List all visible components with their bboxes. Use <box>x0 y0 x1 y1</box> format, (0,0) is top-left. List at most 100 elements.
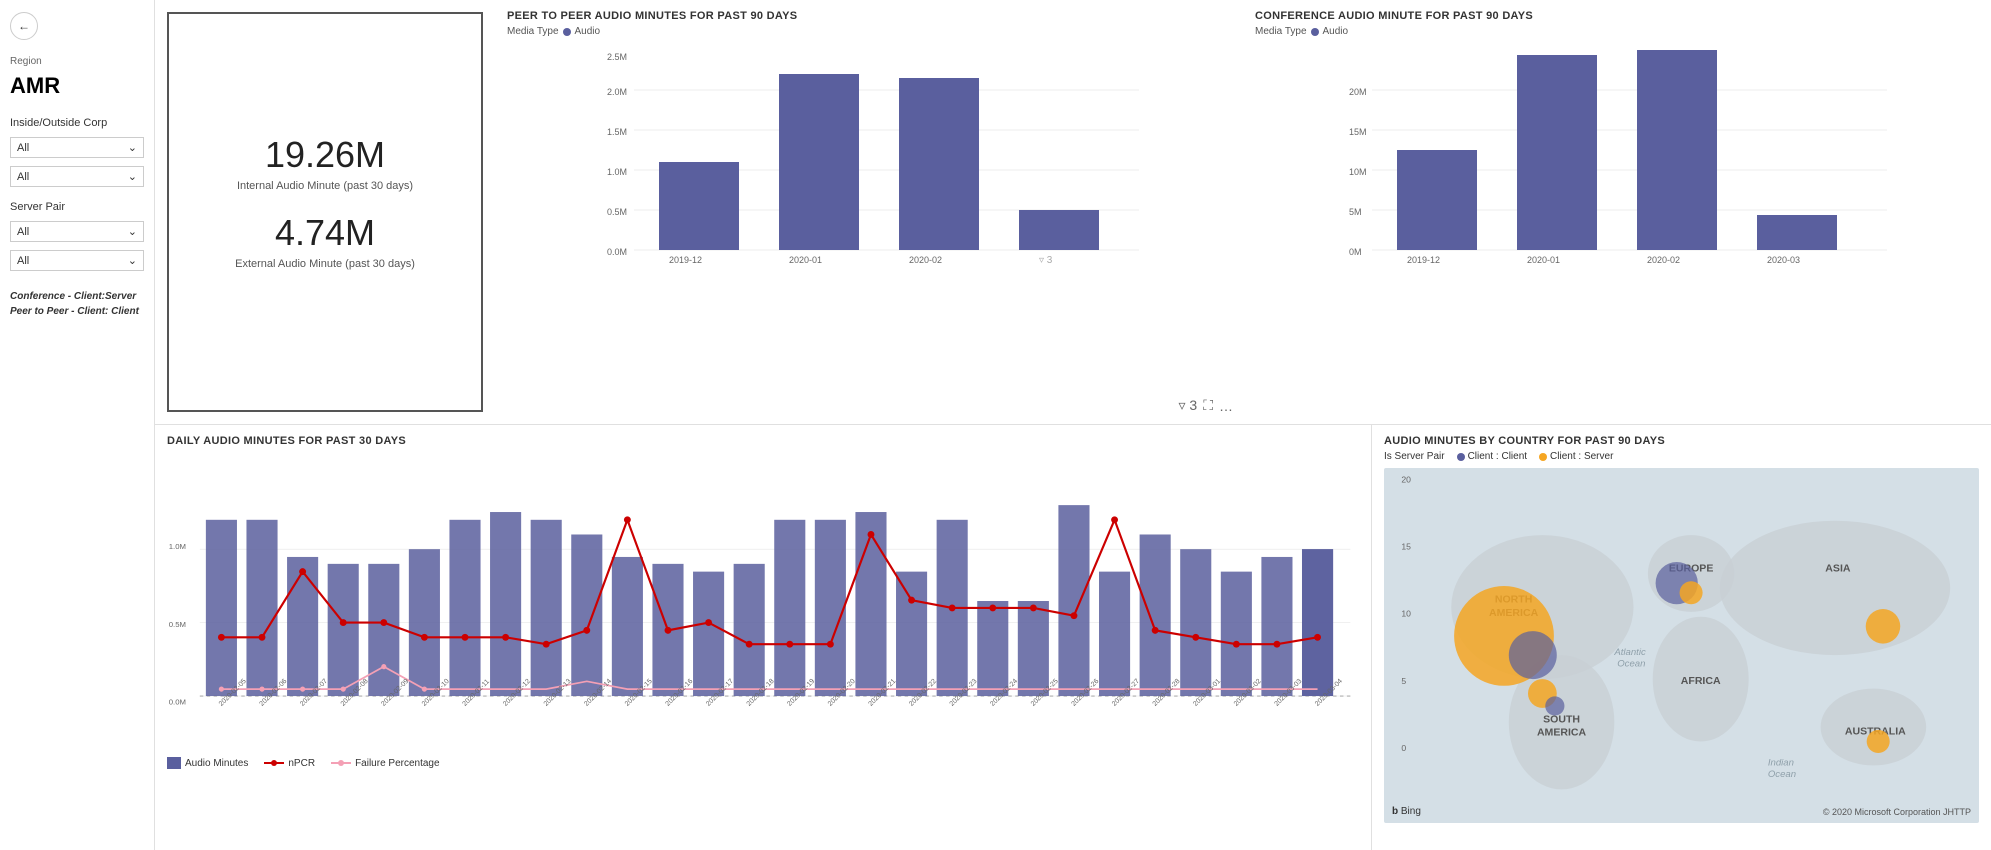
bubble-australia-server <box>1867 730 1890 753</box>
map-title: AUDIO MINUTES BY COUNTRY FOR PAST 90 DAY… <box>1384 435 1979 447</box>
svg-text:ASIA: ASIA <box>1825 563 1851 575</box>
legend-failure-label: Failure Percentage <box>355 758 440 769</box>
svg-text:2.0M: 2.0M <box>607 87 627 97</box>
kpi-value2: 4.74M <box>275 212 375 254</box>
sidebar-note: Conference - Client:Server Peer to Peer … <box>10 289 144 319</box>
conf-bar-2020-01 <box>1517 55 1597 250</box>
peer-chart-svg: 0.0M 0.5M 1.0M 1.5M 2.0M 2.5M <box>507 45 1231 265</box>
chevron-down-icon-4: ⌄ <box>128 254 137 267</box>
peer-chart-icons: ▿ 3 ⛶ … <box>1178 397 1233 414</box>
daily-chart-container: 0.0M 0.5M 1.0M <box>167 451 1359 751</box>
filter2-dropdown[interactable]: All ⌄ <box>10 221 144 242</box>
svg-text:0.0M: 0.0M <box>607 247 627 257</box>
svg-text:▿ 3: ▿ 3 <box>1039 255 1053 265</box>
daily-chart-svg: 0.0M 0.5M 1.0M <box>167 451 1359 751</box>
sidebar: ← Region AMR Inside/Outside Corp All ⌄ A… <box>0 0 155 850</box>
map-legend: Is Server Pair Client : Client Client : … <box>1384 451 1979 462</box>
svg-text:2020-01: 2020-01 <box>1527 255 1560 265</box>
svg-text:1.0M: 1.0M <box>607 167 627 177</box>
svg-text:2019-12: 2019-12 <box>669 255 702 265</box>
back-icon: ← <box>18 19 30 33</box>
bubble-europe-server <box>1680 581 1703 604</box>
map-copyright: © 2020 Microsoft Corporation JHTTP <box>1823 807 1971 817</box>
peer-legend-label: Audio <box>575 26 601 37</box>
bubble-asia-server <box>1866 609 1901 644</box>
conf-chart-svg: 0M 5M 10M 15M 20M <box>1255 45 1979 265</box>
legend-dot-client-server <box>1539 453 1547 461</box>
filter2-all-value: All <box>17 255 29 267</box>
peer-legend-dot <box>563 28 571 36</box>
svg-text:SOUTH: SOUTH <box>1543 713 1580 725</box>
legend-dot-client-client <box>1457 453 1465 461</box>
bing-logo: b Bing <box>1392 806 1421 817</box>
bubble-north-america-client <box>1509 631 1557 679</box>
region-value: AMR <box>10 73 144 99</box>
legend-npcr-line <box>264 762 284 764</box>
conf-legend-dot <box>1311 28 1319 36</box>
map-container: Atlantic Ocean Indian Ocean NORTH AMERIC… <box>1384 468 1979 823</box>
kpi-value1: 19.26M <box>265 134 385 176</box>
filter2-all-dropdown[interactable]: All ⌄ <box>10 250 144 271</box>
legend-npcr: nPCR <box>264 758 315 769</box>
svg-text:2020-02: 2020-02 <box>909 255 942 265</box>
svg-text:1.5M: 1.5M <box>607 127 627 137</box>
map-svg: Atlantic Ocean Indian Ocean NORTH AMERIC… <box>1384 468 1979 823</box>
svg-text:2.5M: 2.5M <box>607 52 627 62</box>
note-line2: Peer to Peer - Client: Client <box>10 306 139 317</box>
svg-text:2020-01: 2020-01 <box>789 255 822 265</box>
map-legend-client-server: Client : Server <box>1539 451 1613 462</box>
legend-bar-icon <box>167 757 181 769</box>
svg-text:15M: 15M <box>1349 127 1367 137</box>
conference-chart-subtitle: Media Type Audio <box>1255 26 1979 37</box>
map-legend-client-client: Client : Client <box>1457 451 1527 462</box>
conference-chart-title: CONFERENCE AUDIO MINUTE FOR PAST 90 DAYS <box>1255 10 1979 22</box>
legend-label-client-server: Client : Server <box>1550 451 1613 462</box>
svg-text:2019-12: 2019-12 <box>1407 255 1440 265</box>
svg-text:10M: 10M <box>1349 167 1367 177</box>
svg-text:Ocean: Ocean <box>1768 769 1796 780</box>
bottom-section: DAILY AUDIO MINUTES FOR PAST 30 DAYS 0.0… <box>155 425 1991 850</box>
filter1-dropdown[interactable]: All ⌄ <box>10 137 144 158</box>
bubble-south-america-client <box>1545 696 1564 715</box>
chevron-down-icon-3: ⌄ <box>128 225 137 238</box>
conf-legend-label: Audio <box>1323 26 1349 37</box>
conference-chart-panel: CONFERENCE AUDIO MINUTE FOR PAST 90 DAYS… <box>1243 0 1991 424</box>
svg-text:Atlantic: Atlantic <box>1613 647 1646 658</box>
filter2-label: Server Pair <box>10 201 144 213</box>
kpi-label1: Internal Audio Minute (past 30 days) <box>237 180 413 192</box>
bar-2020-02 <box>899 78 979 250</box>
daily-chart-legend: Audio Minutes nPCR Failure Percentage <box>167 757 1359 769</box>
map-panel: AUDIO MINUTES BY COUNTRY FOR PAST 90 DAY… <box>1371 425 1991 850</box>
svg-text:Indian: Indian <box>1768 757 1794 768</box>
peer-chart-subtitle: Media Type Audio <box>507 26 1231 37</box>
svg-text:20M: 20M <box>1349 87 1367 97</box>
filter1-value: All <box>17 142 29 154</box>
svg-text:Ocean: Ocean <box>1617 659 1645 670</box>
back-button[interactable]: ← <box>10 12 38 40</box>
svg-text:2020-02: 2020-02 <box>1647 255 1680 265</box>
svg-text:5: 5 <box>1401 676 1406 686</box>
peer-media-label: Media Type <box>507 26 559 37</box>
more-icon[interactable]: … <box>1219 398 1233 414</box>
conf-bar-2020-02 <box>1637 50 1717 250</box>
svg-text:15: 15 <box>1401 542 1411 552</box>
peer-chart-title: PEER TO PEER AUDIO MINUTES FOR PAST 90 D… <box>507 10 1231 22</box>
kpi-label2: External Audio Minute (past 30 days) <box>235 258 415 270</box>
note-line1: Conference - Client:Server <box>10 291 136 302</box>
filter1-label: Inside/Outside Corp <box>10 117 144 129</box>
legend-failure: Failure Percentage <box>331 758 440 769</box>
kpi-box: 19.26M Internal Audio Minute (past 30 da… <box>167 12 483 412</box>
legend-audio-label: Audio Minutes <box>185 758 248 769</box>
map-legend-label: Is Server Pair <box>1384 451 1445 462</box>
conf-bar-2019-12 <box>1397 150 1477 250</box>
legend-failure-line <box>331 762 351 764</box>
conf-media-label: Media Type <box>1255 26 1307 37</box>
filter-icon[interactable]: ▿ 3 <box>1178 397 1197 414</box>
svg-text:2020-03: 2020-03 <box>1767 255 1800 265</box>
filter1-all-value: All <box>17 171 29 183</box>
filter2-value: All <box>17 226 29 238</box>
expand-icon[interactable]: ⛶ <box>1203 397 1213 414</box>
filter1-all-dropdown[interactable]: All ⌄ <box>10 166 144 187</box>
legend-audio-minutes: Audio Minutes <box>167 757 248 769</box>
svg-text:0M: 0M <box>1349 247 1362 257</box>
